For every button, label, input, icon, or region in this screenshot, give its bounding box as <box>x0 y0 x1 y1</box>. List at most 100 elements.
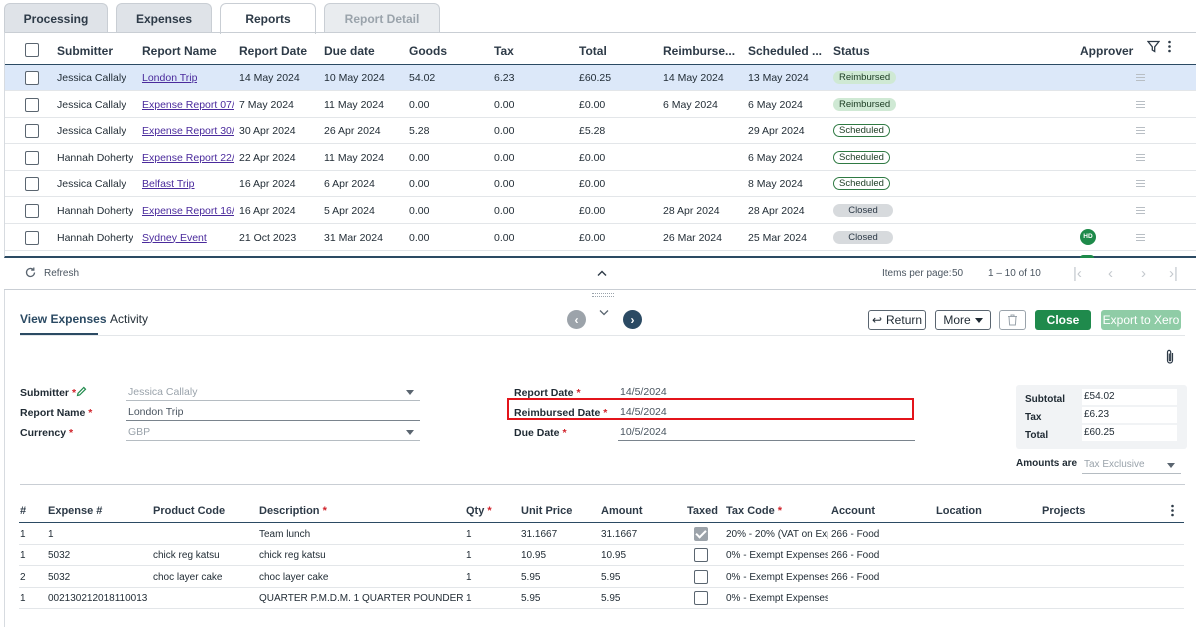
report-name-link[interactable]: Expense Report 22/... <box>142 152 234 164</box>
close-button[interactable]: Close <box>1035 310 1091 330</box>
table-row[interactable]: Jessica Callaly Expense Report 07/... 7 Ma… <box>5 92 1196 118</box>
line-cell-num[interactable]: 1 <box>20 593 26 604</box>
line-cell-tax-code[interactable]: 20% - 20% (VAT on Expe <box>726 529 828 540</box>
row-details-icon[interactable] <box>1136 207 1145 214</box>
line-cell-unit[interactable]: 10.95 <box>521 550 546 561</box>
col-status[interactable]: Status <box>833 44 870 58</box>
line-cell-tax-code[interactable]: 0% - Exempt Expenses <box>726 572 828 583</box>
row-details-icon[interactable] <box>1136 74 1145 81</box>
line-cell-num[interactable]: 2 <box>20 572 26 583</box>
table-row[interactable]: Jessica Callaly Belfast Trip 16 Apr 2024 6 … <box>5 171 1196 198</box>
row-details-icon[interactable] <box>1136 100 1145 108</box>
col-tax[interactable]: Tax <box>494 44 514 58</box>
first-page-icon[interactable]: |‹ <box>1073 265 1082 282</box>
line-cell-account[interactable]: 266 - Food <box>831 550 879 561</box>
report-name-link[interactable]: Expense Report 30/... <box>142 125 234 137</box>
table-row[interactable]: Jessica Callaly Expense Report 30/... 30 A… <box>5 118 1196 145</box>
line-item-row[interactable]: 1 002130212018110013 QUARTER P.M.D.M. 1 QU… <box>19 588 1184 609</box>
row-checkbox[interactable] <box>25 97 39 112</box>
line-cell-unit[interactable]: 5.95 <box>521 593 540 604</box>
tab-activity[interactable]: Activity <box>110 312 148 326</box>
line-item-row[interactable]: 1 5032 chick reg katsu chick reg katsu 1 10.9… <box>19 545 1184 567</box>
line-cell-tax-code[interactable]: 0% - Exempt Expenses <box>726 550 828 561</box>
more-button[interactable]: More <box>935 310 991 330</box>
report-name-link[interactable]: London Trip <box>142 72 197 84</box>
line-cell-product[interactable]: chick reg katsu <box>153 550 220 561</box>
report-name-link[interactable]: Expense Report 07/... <box>142 99 234 111</box>
table-row[interactable]: Hannah Doherty Expense Report 16/... 16 Ap… <box>5 198 1196 224</box>
taxed-checkbox[interactable] <box>694 548 708 563</box>
report-name-input[interactable]: London Trip <box>126 404 420 421</box>
line-cell-qty[interactable]: 1 <box>466 572 472 583</box>
chevron-down-icon[interactable] <box>598 309 610 317</box>
line-cell-description[interactable]: chick reg katsu <box>259 550 326 561</box>
tab-processing[interactable]: Processing <box>4 3 108 33</box>
submitter-select[interactable]: Jessica Callaly <box>126 384 420 401</box>
select-all-checkbox[interactable] <box>25 43 39 57</box>
col-reimbursed[interactable]: Reimburse... <box>663 44 735 58</box>
line-items-menu-icon[interactable] <box>1170 504 1175 517</box>
row-checkbox[interactable] <box>25 124 39 139</box>
tab-view-expenses[interactable]: View Expenses <box>20 312 107 326</box>
line-cell-expense[interactable]: 5032 <box>48 572 70 583</box>
delete-button[interactable] <box>999 310 1026 330</box>
col-due-date[interactable]: Due date <box>324 44 375 58</box>
items-per-page-select[interactable]: 50 <box>952 268 963 279</box>
column-menu-icon[interactable] <box>1167 40 1172 53</box>
line-cell-account[interactable]: 266 - Food <box>831 572 879 583</box>
row-checkbox[interactable] <box>25 150 39 165</box>
line-cell-account[interactable]: 266 - Food <box>831 529 879 540</box>
col-total[interactable]: Total <box>579 44 607 58</box>
report-name-link[interactable]: Expense Report 16/... <box>142 205 234 217</box>
row-checkbox[interactable] <box>25 204 39 218</box>
row-details-icon[interactable] <box>1136 180 1145 188</box>
col-submitter[interactable]: Submitter <box>57 44 113 58</box>
line-cell-qty[interactable]: 1 <box>466 529 472 540</box>
report-name-link[interactable]: Belfast Trip <box>142 178 195 190</box>
line-cell-description[interactable]: QUARTER P.M.D.M. 1 QUARTER POUNDER NO PI <box>259 593 464 604</box>
line-cell-amount[interactable]: 31.1667 <box>601 529 637 540</box>
prev-page-icon[interactable]: ‹ <box>1108 265 1113 282</box>
export-to-xero-button[interactable]: Export to Xero <box>1101 310 1181 330</box>
report-name-link[interactable]: Sydney Event <box>142 232 207 244</box>
attachment-icon[interactable] <box>1165 349 1175 365</box>
line-cell-unit[interactable]: 5.95 <box>521 572 540 583</box>
row-details-icon[interactable] <box>1136 127 1145 135</box>
amounts-are-select[interactable]: Tax Exclusive <box>1082 457 1181 474</box>
col-report-name[interactable]: Report Name <box>142 44 217 58</box>
line-cell-description[interactable]: choc layer cake <box>259 572 328 583</box>
line-cell-qty[interactable]: 1 <box>466 593 472 604</box>
table-row[interactable]: Hannah Doherty Expense Report 22/... 22 Ap… <box>5 145 1196 171</box>
col-approver[interactable]: Approver <box>1080 44 1133 58</box>
tab-reports[interactable]: Reports <box>220 3 316 34</box>
return-button[interactable]: ↩ Return <box>868 310 926 330</box>
tab-report-detail[interactable]: Report Detail <box>324 3 440 33</box>
tab-expenses[interactable]: Expenses <box>116 3 212 33</box>
col-scheduled[interactable]: Scheduled ... <box>748 44 822 58</box>
refresh-button[interactable]: Refresh <box>44 268 79 279</box>
line-item-row[interactable]: 2 5032 choc layer cake choc layer cake 1 5.95… <box>19 567 1184 588</box>
col-report-date[interactable]: Report Date <box>239 44 307 58</box>
line-cell-product[interactable]: choc layer cake <box>153 572 222 583</box>
prev-report-icon[interactable]: ‹ <box>567 310 586 329</box>
filter-icon[interactable] <box>1147 40 1160 53</box>
table-row[interactable]: Hannah Doherty Sydney Event 21 Oct 2023 31 … <box>5 225 1196 251</box>
row-checkbox[interactable] <box>25 71 39 85</box>
line-cell-unit[interactable]: 31.1667 <box>521 529 557 540</box>
last-page-icon[interactable]: ›| <box>1169 265 1178 282</box>
table-row[interactable]: Jessica Callaly London Trip 14 May 2024 10 … <box>5 65 1196 91</box>
line-cell-expense[interactable]: 1 <box>48 529 54 540</box>
due-date-input[interactable]: 10/5/2024 <box>618 424 915 441</box>
line-cell-amount[interactable]: 5.95 <box>601 572 620 583</box>
line-cell-expense[interactable]: 5032 <box>48 550 70 561</box>
next-page-icon[interactable]: › <box>1141 265 1146 282</box>
line-item-row[interactable]: 1 1 Team lunch 1 31.1667 31.1667 20% - 20% (VA… <box>19 524 1184 545</box>
taxed-checkbox[interactable] <box>694 527 708 541</box>
line-cell-expense[interactable]: 002130212018110013 <box>48 593 147 604</box>
resize-handle[interactable] <box>592 293 614 297</box>
col-goods[interactable]: Goods <box>409 44 447 58</box>
line-cell-amount[interactable]: 5.95 <box>601 593 620 604</box>
line-cell-num[interactable]: 1 <box>20 550 26 561</box>
row-checkbox[interactable] <box>25 177 39 192</box>
refresh-icon[interactable] <box>24 266 37 279</box>
